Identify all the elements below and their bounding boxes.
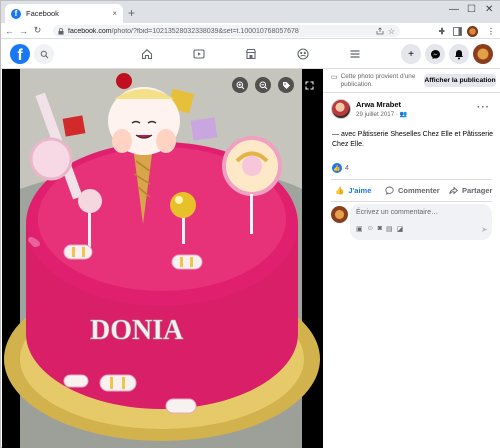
comment-input[interactable]: Écrivez un commentaire… (356, 209, 438, 216)
star-icon[interactable]: ☆ (388, 27, 395, 36)
maximize-icon[interactable]: ☐ (467, 4, 476, 15)
back-icon[interactable]: ← (4, 26, 15, 36)
home-icon[interactable] (140, 47, 154, 61)
comment-button[interactable]: Commenter (385, 183, 440, 197)
thumbs-up-icon: 👍 (335, 185, 345, 195)
reaction-count: 4 (345, 164, 349, 172)
tab-title: Facebook (26, 9, 59, 18)
reload-icon[interactable]: ↻ (32, 25, 43, 36)
like-reaction-icon: 👍 (332, 163, 342, 173)
menu-icon[interactable]: ⋮ (487, 23, 495, 39)
tab-close-icon[interactable]: × (112, 9, 117, 18)
tag-icon[interactable] (278, 77, 294, 93)
forward-icon[interactable]: → (18, 26, 29, 36)
facebook-favicon-icon: f (11, 8, 21, 19)
tab-strip: f Facebook × + — ☐ ✕ (1, 1, 500, 23)
info-icon: ▭ (331, 74, 338, 81)
comment-tools: ▣ ☺ ◙ ▤ ◪ (356, 225, 403, 233)
menu-icon[interactable] (348, 47, 362, 61)
post-date[interactable]: 29 juillet 2017 · 👥 (356, 110, 407, 118)
share-button[interactable]: Partager (449, 183, 492, 197)
notifications-icon[interactable] (449, 44, 469, 64)
reaction-summary[interactable]: 👍 4 (332, 163, 349, 173)
extensions-icon[interactable] (437, 23, 446, 39)
zoom-in-icon[interactable] (232, 77, 248, 93)
avatar[interactable] (331, 99, 351, 119)
minimize-icon[interactable]: — (449, 4, 459, 15)
share-icon[interactable] (376, 27, 384, 35)
new-tab-icon[interactable]: + (128, 6, 135, 20)
sidepanel-icon[interactable] (453, 23, 462, 39)
zoom-out-icon[interactable] (255, 77, 271, 93)
messenger-icon[interactable] (425, 44, 445, 64)
share-arrow-icon (449, 185, 458, 195)
comment-icon (385, 186, 394, 195)
create-icon[interactable]: + (401, 44, 421, 64)
emoji-icon[interactable]: ☺ (367, 225, 374, 233)
post-sidebar: ▭ Cette photo provient d'une publication… (323, 69, 500, 448)
browser-window: f Facebook × + — ☐ ✕ ← → ↻ facebook.com/… (0, 0, 500, 448)
groups-icon[interactable] (296, 47, 310, 61)
cake-name-text: DONIA (90, 315, 184, 346)
close-window-icon[interactable]: ✕ (485, 4, 493, 15)
comment-box[interactable]: Écrivez un commentaire… ▣ ☺ ◙ ▤ ◪ ➤ (350, 204, 492, 240)
profile-icon[interactable] (467, 23, 478, 39)
sticker-icon[interactable]: ◪ (397, 225, 404, 233)
camera-icon[interactable]: ◙ (378, 225, 382, 233)
photo-viewer[interactable]: DONIA (2, 69, 323, 448)
send-icon[interactable]: ➤ (481, 225, 488, 234)
author-name[interactable]: Arwa Mrabet (356, 100, 401, 109)
divider (331, 179, 492, 180)
facebook-header: f + (1, 39, 500, 69)
search-icon[interactable] (34, 44, 54, 64)
cake-photo: DONIA (2, 69, 323, 448)
show-publication-button[interactable]: Afficher la publication (424, 74, 496, 87)
browser-tab[interactable]: f Facebook × (5, 4, 123, 23)
address-bar[interactable]: facebook.com/photo/?fbid=102135280323380… (53, 25, 400, 37)
avatar-sticker-icon[interactable]: ▣ (356, 225, 363, 233)
marketplace-icon[interactable] (244, 47, 258, 61)
browser-toolbar: ← → ↻ facebook.com/photo/?fbid=102135280… (1, 23, 500, 39)
fullscreen-icon[interactable] (301, 77, 317, 93)
account-icon[interactable] (473, 44, 493, 64)
publication-notice: ▭ Cette photo provient d'une publication… (331, 73, 416, 88)
more-options-icon[interactable]: ··· (477, 102, 490, 113)
commenter-avatar[interactable] (331, 206, 348, 223)
facebook-logo-icon[interactable]: f (10, 44, 30, 64)
gif-icon[interactable]: ▤ (386, 225, 393, 233)
watch-icon[interactable] (192, 47, 206, 61)
post-caption: — avec Pâtisserie Sheselles Chez Elle et… (332, 131, 494, 148)
divider (331, 201, 492, 202)
divider (323, 92, 500, 93)
url-text: facebook.com/photo/?fbid=102135280323380… (68, 27, 299, 35)
lock-icon (58, 27, 64, 35)
like-button[interactable]: 👍 J'aime (335, 183, 371, 197)
